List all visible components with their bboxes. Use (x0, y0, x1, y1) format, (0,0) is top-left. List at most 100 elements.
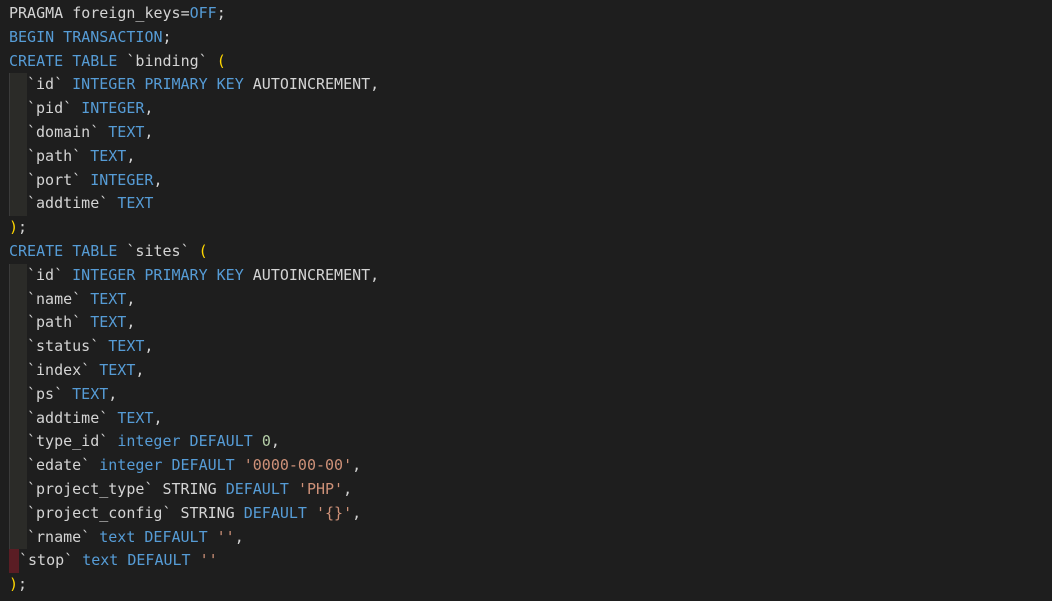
code-token: , (144, 122, 154, 141)
code-token: BEGIN TRANSACTION (9, 27, 163, 46)
code-line[interactable]: `rname` text DEFAULT '', (9, 525, 379, 550)
code-token: `id` (27, 75, 64, 94)
indent-guide (9, 192, 27, 217)
code-token: , (234, 527, 244, 546)
code-line[interactable]: `id` INTEGER PRIMARY KEY AUTOINCREMENT, (9, 73, 379, 98)
code-token: , (144, 337, 154, 356)
code-line[interactable]: `stop` text DEFAULT '' (9, 549, 379, 574)
code-line[interactable]: `addtime` TEXT, (9, 406, 379, 431)
code-token: `edate` (27, 456, 91, 475)
code-token: `addtime` (27, 194, 109, 213)
code-line[interactable]: `path` TEXT, (9, 311, 379, 336)
code-token: , (126, 313, 136, 332)
code-line[interactable]: `type_id` integer DEFAULT 0, (9, 430, 379, 455)
indent-guide (9, 454, 27, 478)
code-line[interactable]: ); (9, 573, 379, 597)
code-token: TEXT (108, 122, 145, 141)
code-line[interactable]: CREATE TABLE `binding` ( (9, 50, 379, 74)
code-token: , (352, 503, 362, 522)
code-token: `rname` (27, 527, 91, 546)
code-token: DEFAULT (225, 479, 289, 498)
code-editor[interactable]: PRAGMA foreign_keys=OFF; BEGIN TRANSACTIO… (0, 0, 1052, 601)
code-token: `port` (27, 170, 82, 189)
code-token: `binding` (126, 51, 208, 70)
code-token: CREATE TABLE (9, 241, 127, 260)
code-line[interactable]: `id` INTEGER PRIMARY KEY AUTOINCREMENT, (9, 263, 380, 288)
code-token: ; (216, 4, 226, 22)
indent-guide (9, 382, 27, 407)
code-token: ) (9, 575, 19, 594)
code-token: `status` (27, 337, 100, 356)
code-token: CREATE TABLE (9, 51, 127, 70)
code-token: `project_type` (27, 479, 154, 498)
code-token: INTEGER PRIMARY KEY (72, 75, 244, 94)
code-line[interactable]: `path` TEXT, (9, 144, 379, 169)
code-token: `ps` (27, 384, 64, 403)
indent-guide (9, 97, 27, 121)
code-line[interactable]: `name` TEXT, (9, 287, 379, 312)
code-token: `pid` (27, 99, 73, 118)
code-token: PRAGMA foreign_keys= (9, 4, 190, 22)
code-token: `index` (27, 360, 91, 379)
code-line[interactable]: `project_config` STRING DEFAULT '{}', (9, 501, 379, 526)
code-line[interactable]: `status` TEXT, (9, 335, 379, 359)
code-line[interactable]: PRAGMA foreign_keys=OFF; (9, 2, 379, 26)
code-token: OFF (189, 4, 217, 22)
code-line[interactable]: `ps` TEXT, (9, 382, 379, 407)
code-token: `path` (27, 146, 82, 165)
code-token: AUTOINCREMENT, (243, 265, 380, 284)
code-token: `sites` (126, 241, 190, 260)
code-token: STRING (171, 503, 244, 522)
indent-guide (9, 73, 27, 98)
code-line[interactable]: CREATE TABLE `sites` ( (9, 240, 379, 264)
code-line[interactable]: `edate` integer DEFAULT '0000-00-00', (9, 454, 379, 478)
code-line[interactable]: `addtime` TEXT (9, 192, 379, 217)
indent-guide (9, 477, 27, 502)
code-token: `addtime` (27, 408, 109, 427)
code-token: ; (18, 575, 28, 594)
code-token: `project_config` (27, 503, 172, 522)
code-token: STRING (153, 479, 226, 498)
code-token: , (352, 456, 362, 475)
error-marker (9, 549, 19, 574)
indent-guide (9, 120, 27, 145)
code-token: ; (18, 218, 28, 237)
code-token: `type_id` (27, 432, 109, 451)
indent-guide (9, 144, 27, 169)
code-token: '' (216, 527, 235, 546)
code-token: 'PHP' (297, 479, 344, 498)
code-area[interactable]: PRAGMA foreign_keys=OFF; BEGIN TRANSACTIO… (9, 2, 379, 597)
indent-guide (9, 287, 27, 312)
code-line[interactable]: BEGIN TRANSACTION; (9, 26, 379, 50)
code-token: TEXT (108, 337, 145, 356)
code-token: text DEFAULT (99, 527, 208, 546)
code-line[interactable]: ); (9, 216, 379, 240)
code-token: TEXT (99, 360, 136, 379)
code-token: , (270, 432, 280, 451)
code-line[interactable]: `domain` TEXT, (9, 120, 379, 145)
code-line[interactable]: `port` INTEGER, (9, 168, 379, 193)
code-token: TEXT (117, 194, 154, 213)
code-line[interactable]: `pid` INTEGER, (9, 97, 379, 121)
indent-guide (9, 311, 27, 336)
code-token: , (108, 384, 118, 403)
code-token: TEXT (90, 313, 127, 332)
code-line[interactable]: `project_type` STRING DEFAULT 'PHP', (9, 477, 379, 502)
code-line[interactable]: `index` TEXT, (9, 358, 379, 383)
code-token: integer DEFAULT (117, 432, 253, 451)
code-token: `path` (27, 313, 82, 332)
indent-guide (9, 263, 27, 288)
